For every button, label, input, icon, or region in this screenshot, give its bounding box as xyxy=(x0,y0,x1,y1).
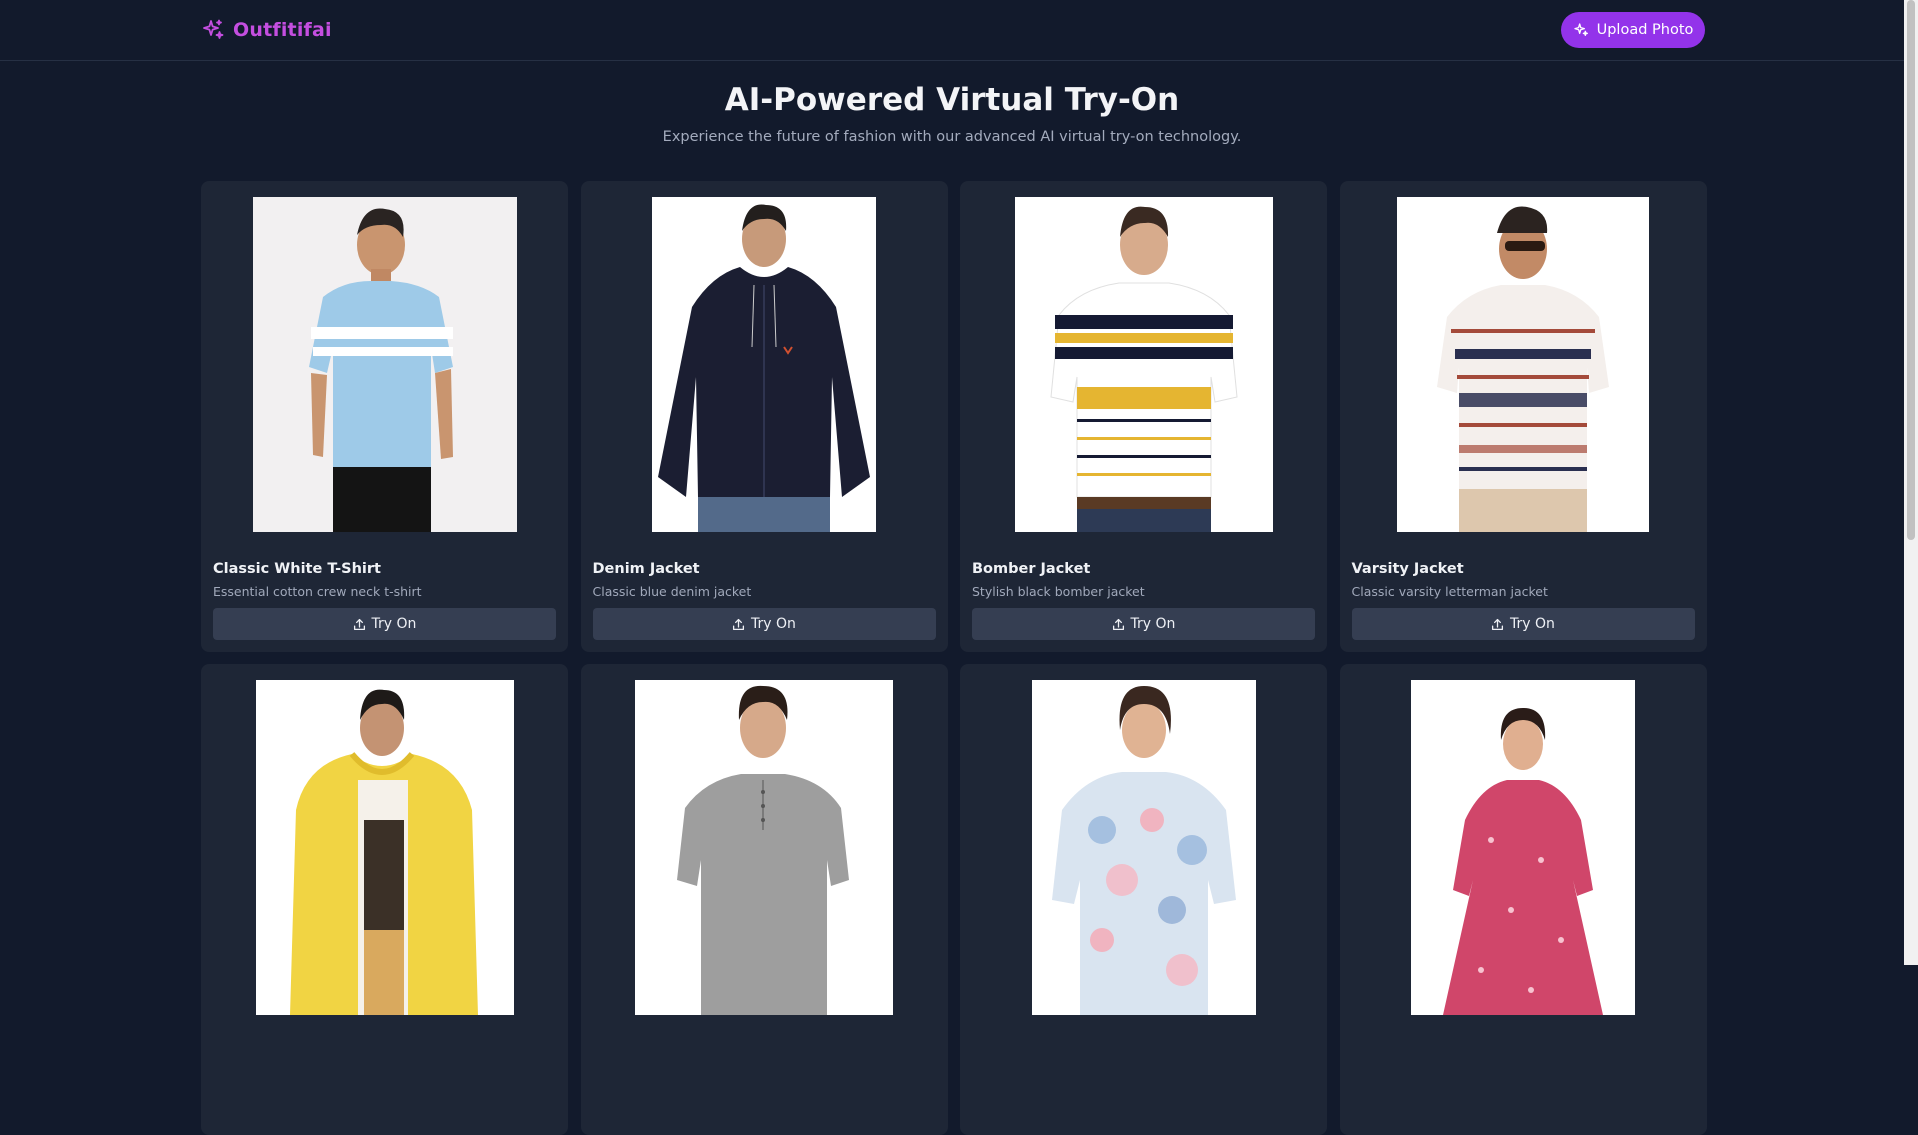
try-on-label: Try On xyxy=(1130,616,1176,632)
product-card: Denim Jacket Classic blue denim jacket T… xyxy=(580,181,948,652)
upload-photo-button[interactable]: Upload Photo xyxy=(1561,12,1705,48)
product-image[interactable] xyxy=(252,197,517,532)
brand-name: Outfitifai xyxy=(233,19,332,41)
product-card: Bomber Jacket Stylish black bomber jacke… xyxy=(960,181,1327,652)
try-on-button[interactable]: Try On xyxy=(1351,608,1695,640)
try-on-button[interactable]: Try On xyxy=(592,608,936,640)
product-description: Classic varsity letterman jacket xyxy=(1351,584,1548,599)
try-on-label: Try On xyxy=(1510,616,1555,632)
product-name: Classic White T-Shirt xyxy=(213,561,381,577)
product-card xyxy=(580,664,948,1135)
product-description: Essential cotton crew neck t-shirt xyxy=(213,584,422,599)
product-name: Varsity Jacket xyxy=(1351,561,1464,577)
top-navbar: Outfitifai Upload Photo xyxy=(0,0,1904,61)
upload-photo-label: Upload Photo xyxy=(1596,22,1694,38)
product-card xyxy=(960,664,1327,1135)
product-image[interactable] xyxy=(652,197,876,532)
product-description: Classic blue denim jacket xyxy=(592,584,752,599)
scrollbar-thumb[interactable] xyxy=(1907,0,1915,540)
product-grid: Classic White T-Shirt Essential cotton c… xyxy=(201,181,1707,1135)
upload-icon xyxy=(353,618,365,630)
page-scrollbar[interactable] xyxy=(1904,0,1918,965)
try-on-button[interactable]: Try On xyxy=(213,608,556,640)
product-card: Varsity Jacket Classic varsity letterman… xyxy=(1339,181,1707,652)
product-name: Bomber Jacket xyxy=(972,561,1091,577)
upload-icon xyxy=(1492,618,1504,630)
product-card: Classic White T-Shirt Essential cotton c… xyxy=(201,181,568,652)
product-card xyxy=(1339,664,1707,1135)
upload-icon xyxy=(733,618,745,630)
brand-logo[interactable]: Outfitifai xyxy=(201,16,332,44)
try-on-label: Try On xyxy=(751,616,796,632)
product-description: Stylish black bomber jacket xyxy=(972,584,1145,599)
product-image[interactable] xyxy=(1397,197,1649,532)
sparkles-icon xyxy=(1573,23,1588,36)
try-on-button[interactable]: Try On xyxy=(972,608,1315,640)
upload-icon xyxy=(1112,618,1124,630)
page-title: AI-Powered Virtual Try-On xyxy=(724,82,1180,118)
product-card xyxy=(201,664,568,1135)
page-subtitle: Experience the future of fashion with ou… xyxy=(662,129,1242,145)
try-on-label: Try On xyxy=(371,616,417,632)
sparkles-icon xyxy=(203,19,224,39)
product-name: Denim Jacket xyxy=(592,561,700,577)
product-image[interactable] xyxy=(1014,197,1273,532)
